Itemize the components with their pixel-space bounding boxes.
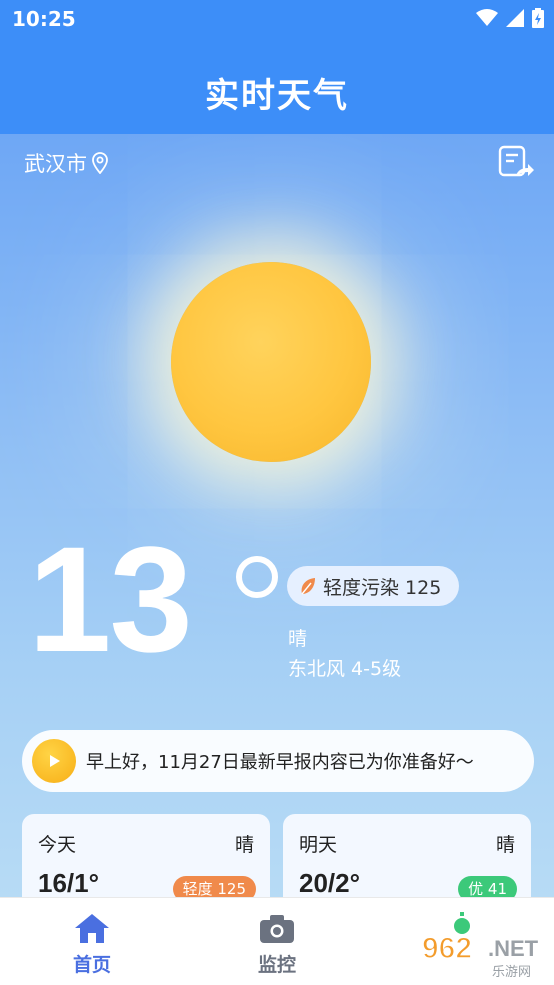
wifi-icon (476, 9, 498, 26)
watermark-logo: 962 .NET 乐游网 (421, 912, 539, 980)
forecast-aqi-badge: 轻度 125 (172, 876, 256, 898)
status-bar: 10:25 (0, 0, 554, 38)
nav-label-home: 首页 (72, 954, 111, 976)
leaf-icon (301, 578, 315, 595)
location-selector[interactable]: 武汉市 (24, 148, 109, 178)
news-text: 早上好，11月27日最新早报内容已为你准备好～ (86, 752, 474, 773)
forecast-condition: 晴 (495, 834, 515, 856)
forecast-card-today[interactable]: 今天 晴 16/1° 轻度 125 (22, 814, 270, 898)
forecast-temp: 20/2° (299, 868, 361, 898)
location-pin-icon (92, 152, 108, 174)
wind-info: 东北风 4-5级 (288, 658, 402, 680)
status-icons (476, 8, 544, 28)
nav-item-monitor[interactable]: 监控 (222, 912, 332, 977)
camera-icon (260, 915, 294, 943)
nav-label-monitor: 监控 (257, 954, 296, 976)
morning-news-bar[interactable]: 早上好，11月27日最新早报内容已为你准备好～ (22, 730, 534, 792)
svg-text:乐游网: 乐游网 (492, 965, 531, 980)
svg-text:.NET: .NET (488, 936, 539, 961)
aqi-badge[interactable]: 轻度污染 125 (287, 566, 459, 606)
city-name: 武汉市 (24, 152, 87, 176)
weather-main: 武汉市 13 轻度污染 125 晴 东北风 4-5级 早上好，11月27日最新早… (0, 134, 554, 898)
aqi-label: 轻度污染 125 (323, 576, 442, 599)
weather-condition: 晴 (288, 628, 308, 650)
app-header: 实时天气 (0, 38, 554, 134)
forecast-day: 明天 (299, 834, 338, 856)
svg-text:962: 962 (422, 932, 472, 965)
play-icon (50, 755, 60, 767)
forecast-day: 今天 (38, 834, 77, 856)
forecast-condition: 晴 (234, 834, 254, 856)
battery-icon (532, 8, 544, 28)
forecast-temp: 16/1° (38, 868, 100, 898)
sun-illustration (171, 262, 371, 462)
current-temperature: 13 (28, 515, 193, 683)
play-button[interactable] (32, 739, 76, 783)
nav-item-home[interactable]: 首页 (37, 912, 147, 977)
forecast-card-tomorrow[interactable]: 明天 晴 20/2° 优 41 (283, 814, 531, 898)
forecast-aqi-badge: 优 41 (458, 876, 517, 898)
share-report-icon[interactable] (496, 142, 536, 182)
home-icon (75, 914, 109, 943)
status-time: 10:25 (12, 7, 76, 31)
signal-icon (506, 9, 524, 27)
degree-symbol (236, 556, 278, 598)
page-title: 实时天气 (205, 76, 349, 116)
